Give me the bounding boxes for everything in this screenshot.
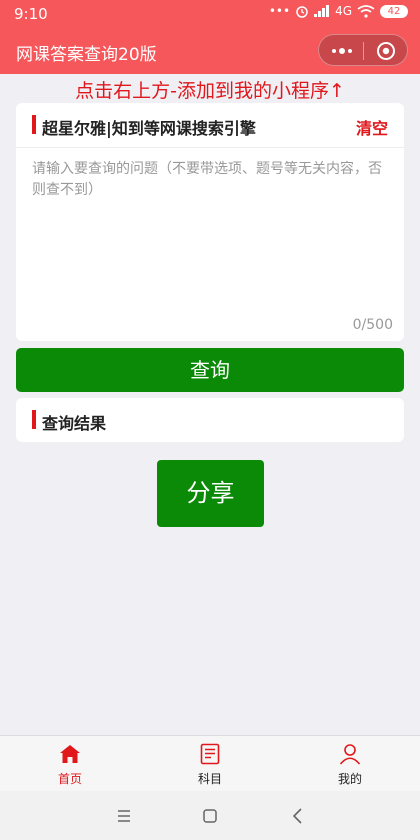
- close-miniprogram-icon[interactable]: [373, 40, 399, 62]
- capsule-divider: [363, 42, 364, 60]
- wifi-icon: [357, 4, 375, 18]
- search-card-header: 超星尔雅|知到等网课搜索引擎 清空: [16, 103, 404, 148]
- book-icon: [200, 743, 220, 765]
- search-card: 超星尔雅|知到等网课搜索引擎 清空 0/500: [16, 103, 404, 341]
- result-card: 查询结果: [16, 398, 404, 442]
- status-bar: 9:10 ••• 4G 42: [0, 0, 420, 28]
- clear-button[interactable]: 清空: [356, 115, 388, 139]
- home-icon: [60, 745, 80, 763]
- status-icons: ••• 4G 42: [269, 4, 408, 18]
- title-accent-bar: [32, 410, 36, 429]
- network-type: 4G: [335, 4, 352, 18]
- char-counter: 0/500: [352, 317, 393, 333]
- home-nav-icon[interactable]: [199, 805, 221, 827]
- status-time: 9:10: [14, 5, 48, 23]
- more-options-icon[interactable]: [329, 42, 355, 60]
- user-icon: [339, 744, 361, 765]
- tab-profile-label: 我的: [337, 772, 362, 786]
- nav-bar: 网课答案查询20版: [0, 28, 420, 74]
- battery-level: 42: [380, 4, 408, 18]
- tab-home[interactable]: 首页: [20, 736, 120, 792]
- alarm-icon: [296, 6, 308, 18]
- back-icon[interactable]: [287, 805, 309, 827]
- system-nav-bar: [0, 791, 420, 840]
- tab-subjects[interactable]: 科目: [160, 736, 260, 792]
- signal-icon: [314, 5, 330, 17]
- question-input[interactable]: [32, 159, 388, 309]
- tab-home-label: 首页: [57, 772, 82, 786]
- miniprogram-capsule: [318, 34, 408, 66]
- tab-profile[interactable]: 我的: [300, 736, 400, 792]
- page-title: 网课答案查询20版: [16, 45, 157, 65]
- more-dots-icon: •••: [268, 4, 291, 18]
- share-button[interactable]: 分享: [157, 460, 264, 527]
- add-to-miniprogram-tip: 点击右上方-添加到我的小程序↑: [75, 80, 345, 102]
- tab-bar: 首页 科目 我的: [0, 735, 420, 792]
- search-card-title: 超星尔雅|知到等网课搜索引擎: [42, 119, 256, 138]
- title-accent-bar: [32, 115, 36, 134]
- query-button[interactable]: 查询: [16, 348, 404, 392]
- tab-subjects-label: 科目: [197, 772, 222, 786]
- menu-icon[interactable]: [113, 805, 135, 827]
- result-card-title: 查询结果: [42, 414, 107, 433]
